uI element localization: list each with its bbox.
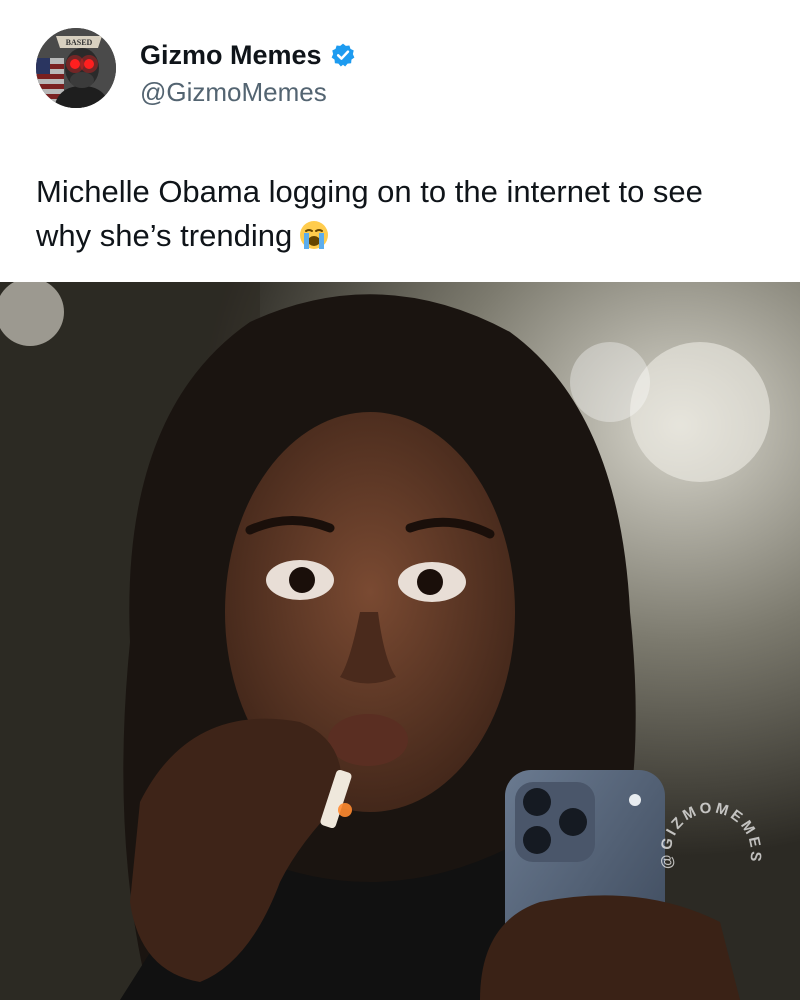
author-handle[interactable]: @GizmoMemes (140, 76, 327, 108)
verified-badge-icon (330, 42, 356, 68)
svg-text:@GIZMOMEMES: @GIZMOMEMES (657, 799, 764, 870)
caption-text: Michelle Obama logging on to the interne… (36, 174, 703, 253)
avatar-image: BASED (36, 28, 116, 108)
post-photo[interactable]: @GIZMOMEMES (0, 282, 800, 1000)
author-display-name[interactable]: Gizmo Memes (140, 38, 322, 72)
avatar-badge-text: BASED (66, 38, 93, 47)
post-caption: Michelle Obama logging on to the interne… (36, 170, 764, 258)
author-name-row: Gizmo Memes (140, 38, 356, 72)
loudly-crying-face-icon (298, 219, 330, 251)
watermark-text: @GIZMOMEMES (657, 799, 761, 870)
avatar[interactable]: BASED (36, 28, 116, 108)
tweet-card: BASED Gizmo Memes @GizmoMemes Michelle O… (0, 0, 800, 1000)
post-header: BASED Gizmo Memes @GizmoMemes (0, 0, 800, 140)
watermark: @GIZMOMEMES (657, 799, 764, 870)
